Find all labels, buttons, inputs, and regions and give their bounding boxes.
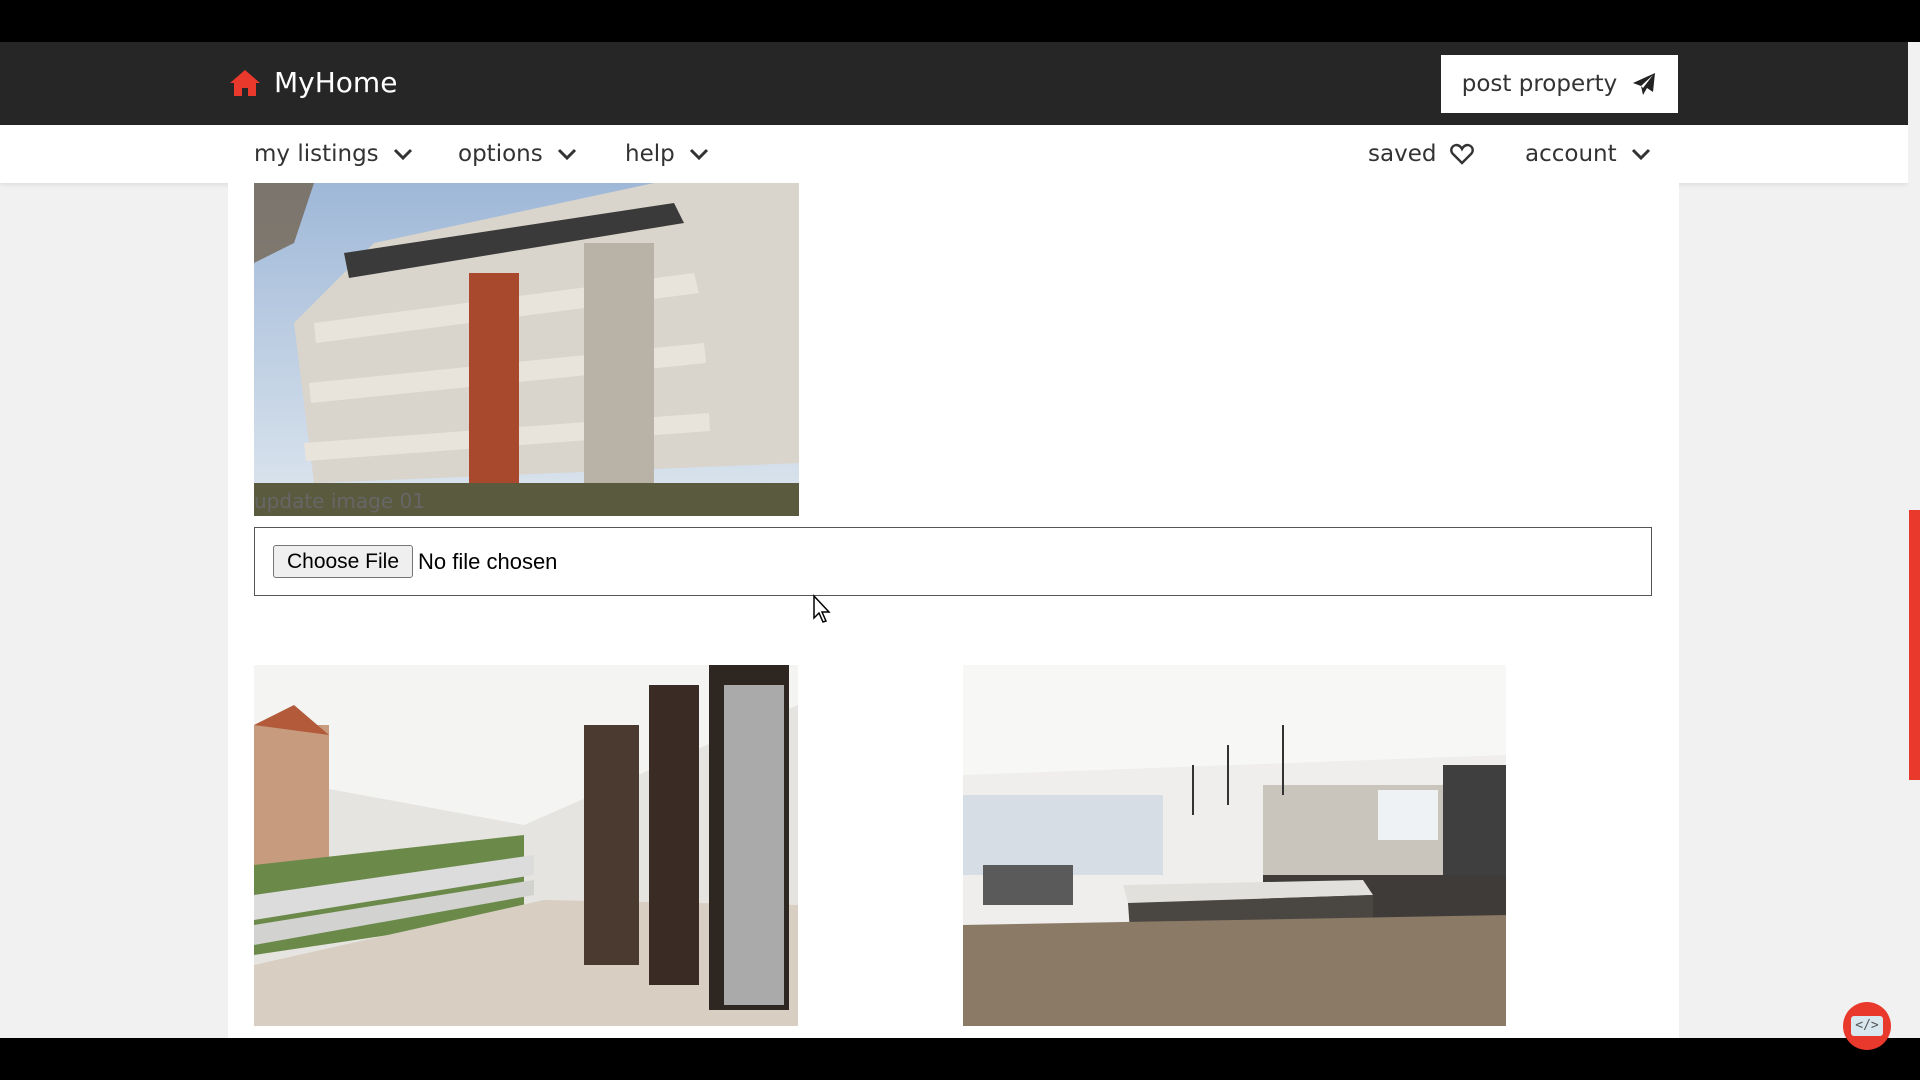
code-icon: </> xyxy=(1851,1016,1883,1036)
main-nav: my listings options help saved account xyxy=(0,125,1908,183)
nav-help[interactable]: help xyxy=(625,125,709,183)
nav-options-label: options xyxy=(458,141,543,167)
listing-image-02 xyxy=(254,665,798,1026)
code-toggle-button[interactable]: </> xyxy=(1843,1002,1891,1050)
nav-options[interactable]: options xyxy=(458,125,577,183)
nav-help-label: help xyxy=(625,141,675,167)
chevron-down-icon xyxy=(557,148,576,161)
nav-saved-label: saved xyxy=(1368,141,1437,167)
file-status-text: No file chosen xyxy=(418,548,558,574)
file-input-container[interactable]: Choose File No file chosen xyxy=(254,527,1652,596)
chevron-down-icon xyxy=(689,148,708,161)
house-icon xyxy=(230,69,260,96)
nav-my-listings-label: my listings xyxy=(254,141,379,167)
logo[interactable]: MyHome xyxy=(228,66,397,99)
nav-account-label: account xyxy=(1525,141,1617,167)
chevron-down-icon xyxy=(1631,148,1650,161)
site-header: MyHome post property xyxy=(0,42,1908,125)
nav-saved[interactable]: saved xyxy=(1368,125,1475,183)
listing-image-01 xyxy=(254,183,799,516)
post-property-label: post property xyxy=(1461,71,1618,97)
nav-my-listings[interactable]: my listings xyxy=(254,125,413,183)
mouse-cursor-icon xyxy=(813,594,831,623)
logo-text: MyHome xyxy=(274,66,398,99)
bottom-letterbox xyxy=(0,1038,1920,1080)
update-image-label: update image 01 xyxy=(254,489,425,513)
nav-account[interactable]: account xyxy=(1525,125,1651,183)
scrollbar-thumb[interactable] xyxy=(1909,510,1920,780)
listing-image-03 xyxy=(963,665,1506,1026)
choose-file-button[interactable]: Choose File xyxy=(273,545,413,578)
paper-plane-icon xyxy=(1633,73,1656,95)
top-letterbox xyxy=(0,0,1920,42)
chevron-down-icon xyxy=(393,148,412,161)
heart-icon xyxy=(1450,143,1475,165)
post-property-button[interactable]: post property xyxy=(1441,55,1678,113)
